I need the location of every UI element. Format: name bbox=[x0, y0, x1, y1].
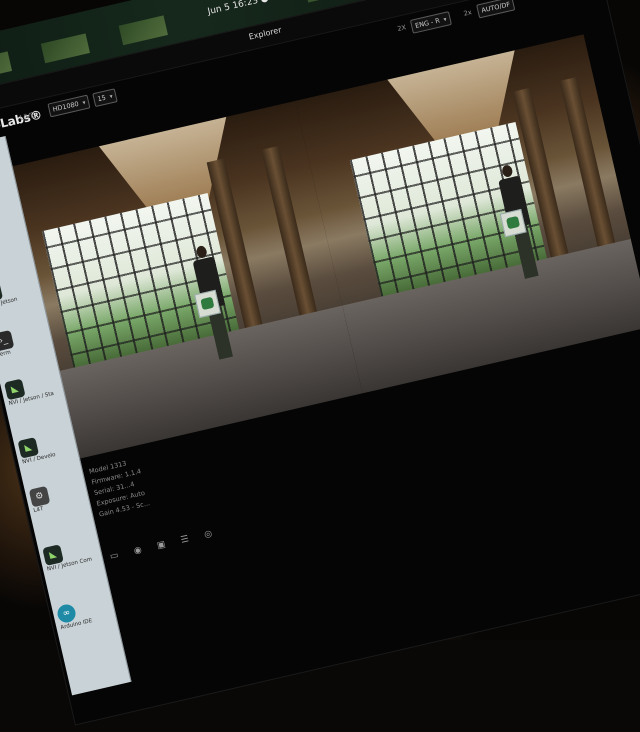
view-select-value: ENG - R bbox=[414, 16, 440, 29]
wallpaper-tile bbox=[119, 15, 168, 45]
dock-item[interactable]: ◣ NVI / Jetson / Sta bbox=[4, 371, 61, 408]
camera-info-log: Model 1313 Firmware: 1.1.4 Serial: 31...… bbox=[88, 455, 151, 520]
resolution-select[interactable]: HD1080▾ bbox=[47, 94, 91, 117]
folder-icon[interactable]: ▭ bbox=[108, 550, 121, 563]
dock-item[interactable]: ∞ Arduino IDE bbox=[56, 595, 113, 632]
chevron-down-icon: ▾ bbox=[82, 99, 87, 106]
dock-item[interactable]: ◣ NVI / Jetson Com bbox=[42, 537, 99, 574]
person-head bbox=[195, 245, 207, 259]
snapshot-icon[interactable]: ◎ bbox=[202, 529, 215, 542]
mode-select[interactable]: AUTO/DF bbox=[476, 0, 515, 18]
column bbox=[559, 77, 619, 266]
settings-icon[interactable]: ☰ bbox=[178, 534, 191, 547]
view-select[interactable]: ENG - R▾ bbox=[410, 11, 452, 34]
camera-icon[interactable]: ▣ bbox=[155, 539, 168, 552]
fps-select-value: 15 bbox=[97, 94, 107, 104]
dock-item[interactable]: ◣ NVI / Develo bbox=[18, 429, 75, 466]
chevron-down-icon: ▾ bbox=[109, 93, 114, 100]
resolution-select-value: HD1080 bbox=[52, 100, 80, 114]
person-head bbox=[501, 164, 513, 178]
dock-item-label: NVI / Jetson bbox=[0, 292, 38, 311]
mode-label: 2x bbox=[463, 8, 473, 18]
camera-switch-icon[interactable]: ⟲ bbox=[527, 0, 541, 4]
brand-logo: StereoLabs® bbox=[0, 108, 43, 141]
mode-select-value: AUTO/DF bbox=[481, 0, 511, 14]
system-clock: Jun 5 16:23 ● bbox=[207, 0, 270, 17]
wallpaper-tile bbox=[304, 0, 353, 2]
wallpaper-tile bbox=[41, 33, 90, 63]
dock-item[interactable]: ◣ NVI / Jetson bbox=[0, 274, 38, 311]
dock-item[interactable]: ›_ Term bbox=[0, 322, 49, 359]
tilted-screen: Jun 5 16:23 ● Explorer StereoLabs® LIVE … bbox=[0, 0, 640, 704]
chevron-down-icon: ▾ bbox=[443, 16, 448, 23]
bottom-toolbar: ▭ ◉ ▣ ☰ ◎ bbox=[106, 519, 223, 563]
view-label: 2X bbox=[397, 23, 407, 33]
wallpaper-tile bbox=[0, 51, 12, 81]
fps-select[interactable]: 15▾ bbox=[92, 88, 118, 107]
record-icon[interactable]: ◉ bbox=[131, 545, 144, 558]
dock-item[interactable]: ⚙ L4T bbox=[29, 478, 86, 515]
